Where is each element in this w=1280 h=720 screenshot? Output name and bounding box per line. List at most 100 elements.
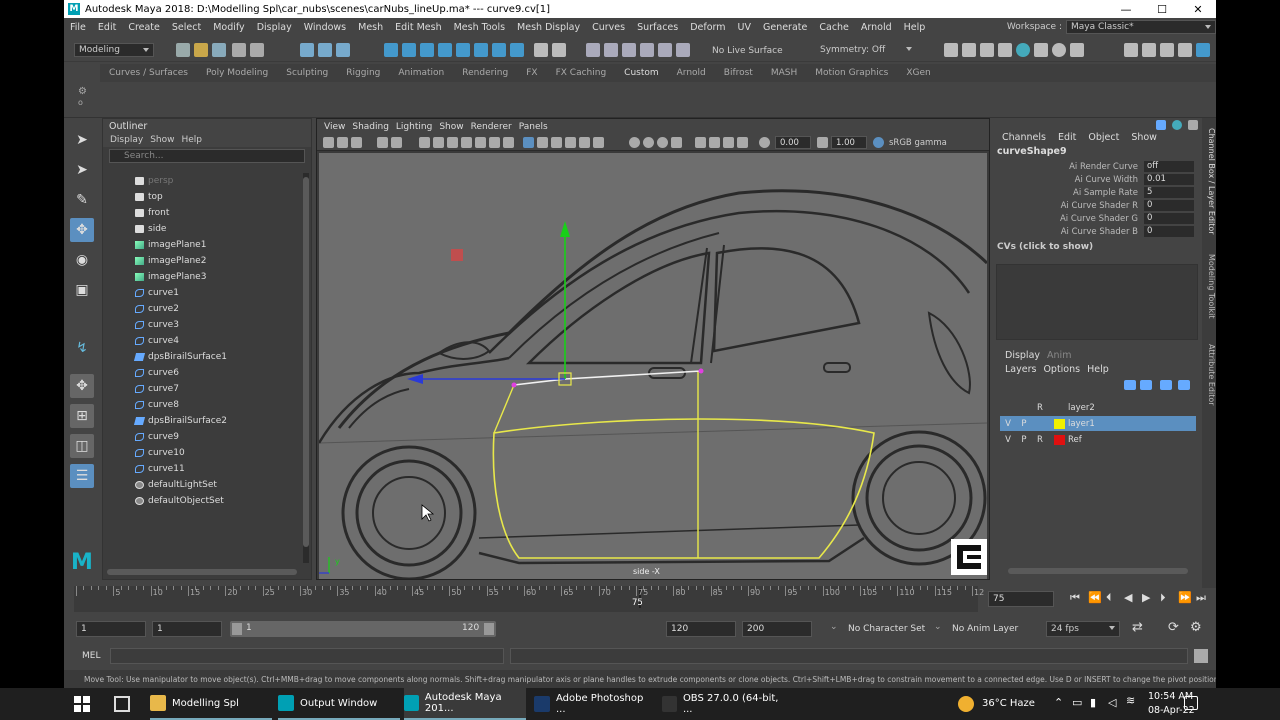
isolate-select-icon[interactable] [695,137,706,148]
outliner-item[interactable]: curve8 [103,397,303,413]
menu-deform[interactable]: Deform [690,22,725,33]
taskbar-app[interactable]: OBS 27.0.0 (64-bit, ... [662,688,784,720]
menu-set-dropdown[interactable]: Modeling [74,43,154,57]
shelf-tab-motion-graphics[interactable]: Motion Graphics [806,68,897,78]
channel-attribute-value[interactable]: 0 [1144,226,1194,237]
2d-pan-zoom-icon[interactable] [391,137,402,148]
select-by-hierarchy-icon[interactable] [300,43,314,57]
cvs-toggle[interactable]: CVs (click to show) [994,242,1216,252]
layer-menu-options[interactable]: Options [1043,364,1080,375]
menu-edit-mesh[interactable]: Edit Mesh [395,22,441,33]
outliner-item[interactable]: curve4 [103,333,303,349]
grid-icon[interactable] [419,137,430,148]
field-chart-icon[interactable] [475,137,486,148]
select-by-object-icon[interactable] [318,43,332,57]
layer-toggle-p[interactable]: P [1016,435,1032,445]
outliner-layout-icon[interactable]: ☰ [70,464,94,488]
channel-attribute-value[interactable]: 0 [1144,213,1194,224]
taskbar-app[interactable]: Output Window [278,688,400,720]
lock-icon[interactable] [534,43,548,57]
weather-icon[interactable] [958,696,974,712]
loop-icon[interactable]: ⇄ [1132,620,1143,635]
channel-attribute-name[interactable]: Ai Sample Rate [994,188,1144,198]
menu-mesh[interactable]: Mesh [358,22,383,33]
channel-box-settings-icon[interactable] [1172,120,1182,130]
move-manip-y-arrow[interactable] [560,221,570,237]
maximize-button[interactable]: ☐ [1144,0,1180,18]
minimize-button[interactable]: — [1108,0,1144,18]
step-back-frame-icon[interactable]: ⏪ [1088,591,1102,604]
new-layer-selected-icon[interactable] [1178,380,1190,390]
anti-aliasing-icon[interactable] [657,137,668,148]
step-back-key-icon[interactable]: ⏴ [1106,591,1112,605]
layer-toggle-v[interactable]: V [1000,419,1016,429]
outliner-item[interactable]: persp [103,173,303,189]
range-slider[interactable]: 1 120 [230,621,496,637]
open-scene-icon[interactable] [194,43,208,57]
backface-culling-icon[interactable] [737,137,748,148]
viewport-canvas[interactable]: side -X y [319,153,987,579]
outliner-item[interactable]: imagePlane1 [103,237,303,253]
panel-layout-icon-3[interactable] [980,43,994,57]
channel-box-pin-icon[interactable] [1156,120,1166,130]
go-to-start-icon[interactable]: ⏮ [1070,591,1080,605]
layer-toggle-v[interactable]: V [1000,435,1016,445]
outliner-hscrollbar[interactable] [107,569,297,575]
side-tab-modeling-toolkit[interactable]: Modeling Toolkit [1202,254,1216,318]
outliner-item[interactable]: curve1 [103,285,303,301]
layer-name[interactable]: layer2 [1068,403,1095,413]
outliner-item[interactable]: curve7 [103,381,303,397]
use-all-lights-icon[interactable] [579,137,590,148]
layer-toggle-r[interactable]: R [1032,435,1048,445]
redo-icon[interactable] [250,43,264,57]
shadows-icon[interactable] [593,137,604,148]
outliner-item[interactable]: curve6 [103,365,303,381]
live-surface-label[interactable]: No Live Surface [712,46,783,56]
menu-arnold[interactable]: Arnold [861,22,892,33]
go-to-end-icon[interactable]: ⏭ [1196,591,1206,605]
render-frame-icon[interactable] [1034,43,1048,57]
channel-attribute-value[interactable]: 0.01 [1144,174,1194,185]
outliner-item[interactable]: curve9 [103,429,303,445]
menu-windows[interactable]: Windows [304,22,346,33]
menu-select[interactable]: Select [172,22,201,33]
attribute-editor-icon[interactable] [1160,43,1174,57]
viewport-menu-renderer[interactable]: Renderer [471,122,512,132]
current-frame-field[interactable]: 75 [988,591,1054,607]
tool-settings-icon[interactable] [1178,43,1192,57]
task-view-icon[interactable] [114,696,130,712]
outliner-item[interactable]: imagePlane3 [103,269,303,285]
auto-key-icon[interactable]: ⟳ [1168,620,1179,635]
wifi-icon[interactable]: ≋ [1126,694,1135,707]
lasso-tool-icon[interactable]: ➤ [70,158,94,182]
snap-point-icon[interactable] [420,43,434,57]
two-pane-layout-icon[interactable]: ◫ [70,434,94,458]
channel-attribute-name[interactable]: Ai Curve Width [994,175,1144,185]
outliner-item[interactable]: defaultLightSet [103,477,303,493]
render-settings-icon[interactable] [658,43,672,57]
panel-layout-icon-2[interactable] [962,43,976,57]
bookmarks-icon[interactable] [351,137,362,148]
xray-icon[interactable] [709,137,720,148]
menu-create[interactable]: Create [128,22,160,33]
modeling-toolkit-icon[interactable] [1124,43,1138,57]
last-tool-icon[interactable]: ↯ [70,336,94,360]
cv-point-0[interactable] [511,382,517,388]
step-forward-key-icon[interactable]: ⏵ [1160,591,1166,605]
exposure-icon[interactable] [759,137,770,148]
textured-icon[interactable] [565,137,576,148]
outliner-menu-show[interactable]: Show [150,135,174,145]
layer-tab-display[interactable]: Display [1005,350,1040,361]
pause-icon[interactable] [1070,43,1084,57]
channel-box-icon[interactable] [1196,43,1210,57]
shelf-tab-bifrost[interactable]: Bifrost [715,68,762,78]
new-scene-icon[interactable] [176,43,190,57]
menu-mesh-display[interactable]: Mesh Display [517,22,580,33]
volume-icon[interactable]: ◁ [1108,696,1116,709]
menu-mesh-tools[interactable]: Mesh Tools [454,22,505,33]
move-tool-icon[interactable]: ✥ [70,218,94,242]
range-slider-start-handle[interactable] [232,623,242,635]
taskbar-app[interactable]: Adobe Photoshop ... [534,688,656,720]
shelf-tab-animation[interactable]: Animation [389,68,453,78]
outliner-menu-help[interactable]: Help [181,135,202,145]
